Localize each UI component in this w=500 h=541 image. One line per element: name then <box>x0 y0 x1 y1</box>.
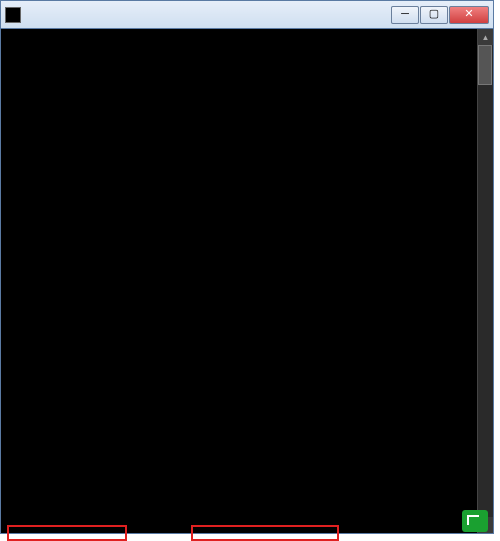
terminal-output[interactable] <box>1 29 493 533</box>
close-button[interactable]: ✕ <box>449 6 489 24</box>
window-controls: ─ ▢ ✕ <box>391 6 489 24</box>
vertical-scrollbar[interactable]: ▲ ▼ <box>477 29 493 533</box>
scroll-up-arrow[interactable]: ▲ <box>478 29 493 45</box>
cmd-icon <box>5 7 21 23</box>
maximize-button[interactable]: ▢ <box>420 6 448 24</box>
scroll-down-arrow[interactable]: ▼ <box>478 517 493 533</box>
scrollbar-thumb[interactable] <box>478 45 492 85</box>
minimize-button[interactable]: ─ <box>391 6 419 24</box>
titlebar[interactable]: ─ ▢ ✕ <box>1 1 493 29</box>
cmd-window: ─ ▢ ✕ ▲ ▼ <box>0 0 494 534</box>
